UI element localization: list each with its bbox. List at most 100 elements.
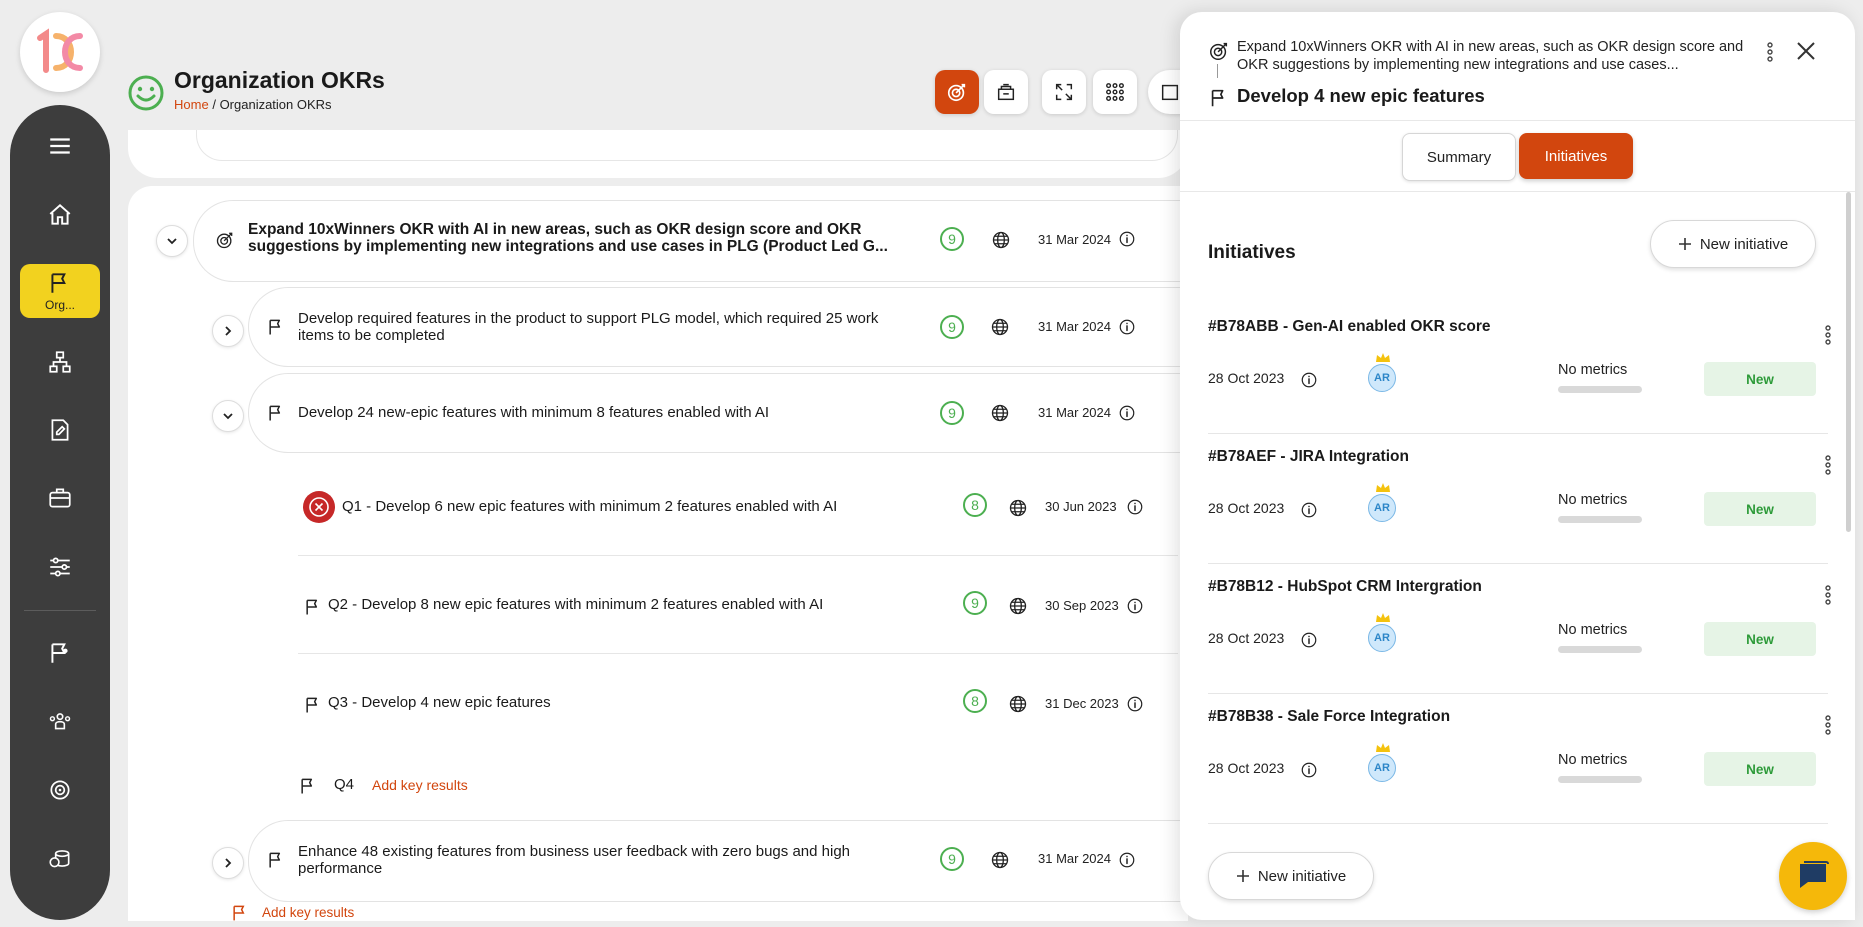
- sidebar-divider: [24, 610, 96, 611]
- more-options-icon[interactable]: [1758, 38, 1782, 66]
- org-chart-icon[interactable]: [20, 335, 100, 389]
- globe-icon[interactable]: [990, 317, 1010, 337]
- quarter-title[interactable]: Q1 - Develop 6 new epic features with mi…: [342, 498, 882, 515]
- info-icon[interactable]: [1118, 230, 1136, 248]
- sliders-icon[interactable]: [20, 540, 100, 594]
- globe-icon[interactable]: [990, 403, 1010, 423]
- new-initiative-button[interactable]: New initiative: [1208, 852, 1374, 900]
- logo-icon: [37, 28, 83, 73]
- key-result-date: 31 Mar 2024: [1038, 851, 1111, 866]
- more-options-icon[interactable]: [1816, 712, 1840, 738]
- flag-person-icon[interactable]: [20, 626, 100, 680]
- collapse-toggle[interactable]: [156, 225, 188, 257]
- initiative-item[interactable]: #B78B12 - HubSpot CRM Intergration 28 Oc…: [1208, 564, 1828, 694]
- app-logo[interactable]: [20, 12, 100, 92]
- globe-icon[interactable]: [991, 230, 1011, 250]
- objective-title[interactable]: Expand 10xWinners OKR with AI in new are…: [248, 221, 918, 255]
- owner-avatar[interactable]: AR: [1368, 742, 1398, 786]
- metrics-progress-bar: [1558, 776, 1642, 783]
- status-badge[interactable]: New: [1704, 492, 1816, 526]
- initiative-title[interactable]: #B78ABB - Gen-AI enabled OKR score: [1208, 318, 1491, 336]
- quarter-title[interactable]: Q2 - Develop 8 new epic features with mi…: [328, 596, 888, 613]
- home-icon[interactable]: [20, 188, 100, 242]
- info-icon[interactable]: [1126, 498, 1144, 516]
- status-badge[interactable]: New: [1704, 622, 1816, 656]
- expand-toggle[interactable]: [212, 315, 244, 347]
- flag-icon: [303, 695, 323, 715]
- info-icon[interactable]: [1300, 761, 1318, 779]
- info-icon[interactable]: [1126, 695, 1144, 713]
- info-icon[interactable]: [1126, 597, 1144, 615]
- owner-avatar[interactable]: AR: [1368, 482, 1398, 526]
- target-icon[interactable]: [20, 763, 100, 817]
- key-result-title[interactable]: Develop required features in the product…: [298, 310, 918, 344]
- status-badge[interactable]: New: [1704, 752, 1816, 786]
- new-initiative-button[interactable]: New initiative: [1650, 220, 1816, 268]
- quarter-date: 31 Dec 2023: [1045, 696, 1119, 711]
- info-icon[interactable]: [1300, 371, 1318, 389]
- coins-icon[interactable]: [20, 832, 100, 886]
- edit-doc-icon[interactable]: [20, 403, 100, 457]
- chevron-right-icon: [222, 857, 234, 869]
- info-icon[interactable]: [1118, 851, 1136, 869]
- plus-icon: [1678, 238, 1691, 250]
- okr-view-button[interactable]: [935, 70, 979, 114]
- key-result-title[interactable]: Develop 24 new-epic features with minimu…: [298, 404, 918, 421]
- avatar-initials: AR: [1368, 754, 1396, 782]
- info-icon[interactable]: [1300, 631, 1318, 649]
- sidebar-item-org-okrs[interactable]: Org...: [20, 264, 100, 318]
- add-key-results-link[interactable]: Add key results: [372, 777, 468, 793]
- tab-initiatives[interactable]: Initiatives: [1519, 133, 1633, 179]
- key-result-title[interactable]: Enhance 48 existing features from busine…: [298, 843, 918, 877]
- initiative-title[interactable]: #B78AEF - JIRA Integration: [1208, 448, 1409, 466]
- target-icon: [947, 83, 966, 102]
- panel-divider: [1180, 120, 1855, 121]
- sidebar-item-label: Org...: [44, 298, 75, 312]
- more-options-icon[interactable]: [1816, 322, 1840, 348]
- grid-view-button[interactable]: [1093, 70, 1137, 114]
- info-icon[interactable]: [1300, 501, 1318, 519]
- key-result-date: 31 Mar 2024: [1038, 405, 1111, 420]
- status-badge[interactable]: New: [1704, 362, 1816, 396]
- initiative-item[interactable]: #B78AEF - JIRA Integration 28 Oct 2023 A…: [1208, 434, 1828, 564]
- tab-summary[interactable]: Summary: [1402, 133, 1516, 181]
- breadcrumb-home-link[interactable]: Home: [174, 97, 209, 112]
- flag-icon: [303, 597, 323, 617]
- owner-avatar[interactable]: AR: [1368, 612, 1398, 656]
- expand-toggle[interactable]: [212, 847, 244, 879]
- crown-icon: [1375, 482, 1391, 494]
- expand-button[interactable]: [1042, 70, 1086, 114]
- chevron-down-icon: [222, 410, 234, 422]
- quarter-count: 8: [963, 689, 987, 713]
- add-key-results-link[interactable]: Add key results: [262, 905, 354, 920]
- globe-icon[interactable]: [1008, 694, 1028, 714]
- avatar-initials: AR: [1368, 364, 1396, 392]
- team-icon[interactable]: [20, 695, 100, 749]
- key-result-count: 9: [940, 401, 964, 425]
- more-options-icon[interactable]: [1816, 452, 1840, 478]
- initiative-item[interactable]: #B78B38 - Sale Force Integration 28 Oct …: [1208, 694, 1828, 824]
- quarter-title[interactable]: Q3 - Develop 4 new epic features: [328, 694, 888, 711]
- panel-parent-objective[interactable]: Expand 10xWinners OKR with AI in new are…: [1237, 38, 1747, 74]
- breadcrumb-separator: /: [212, 97, 216, 112]
- briefcase-icon[interactable]: [20, 471, 100, 525]
- archive-button[interactable]: [984, 70, 1028, 114]
- chat-support-button[interactable]: [1779, 842, 1847, 910]
- more-options-icon[interactable]: [1816, 582, 1840, 608]
- collapse-toggle[interactable]: [212, 400, 244, 432]
- menu-icon[interactable]: [20, 119, 100, 173]
- initiative-title[interactable]: #B78B38 - Sale Force Integration: [1208, 708, 1450, 726]
- globe-icon[interactable]: [990, 850, 1010, 870]
- page-title: Organization OKRs: [174, 67, 385, 93]
- info-icon[interactable]: [1118, 404, 1136, 422]
- globe-icon[interactable]: [1008, 596, 1028, 616]
- globe-icon[interactable]: [1008, 498, 1028, 523]
- initiative-item[interactable]: #B78ABB - Gen-AI enabled OKR score 28 Oc…: [1208, 304, 1828, 434]
- info-icon[interactable]: [1118, 318, 1136, 336]
- close-icon[interactable]: [1795, 40, 1817, 62]
- item-divider: [1208, 823, 1828, 824]
- panel-scrollbar[interactable]: [1846, 192, 1851, 532]
- owner-avatar[interactable]: AR: [1368, 352, 1398, 396]
- initiative-title[interactable]: #B78B12 - HubSpot CRM Intergration: [1208, 578, 1482, 596]
- quarter-date: 30 Jun 2023: [1045, 499, 1117, 514]
